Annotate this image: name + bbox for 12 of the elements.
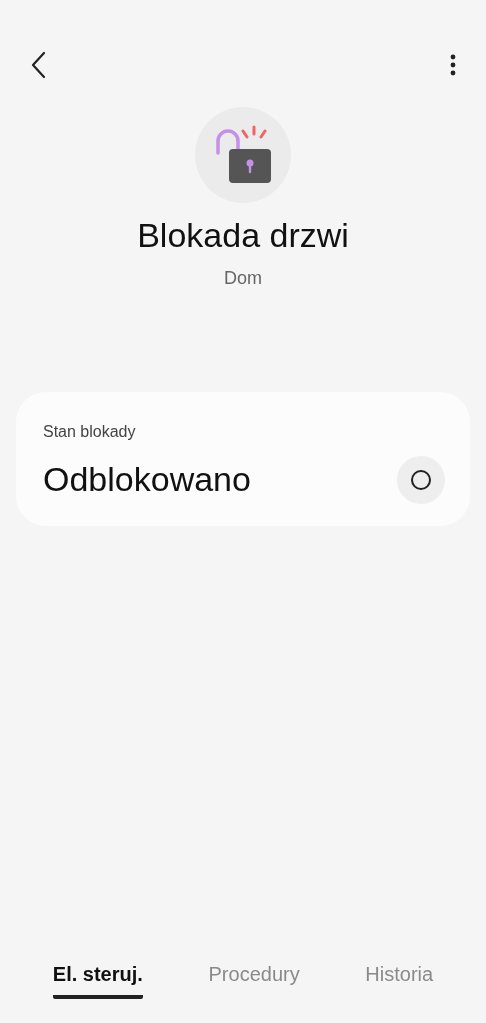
tab[interactable]: Historia <box>365 959 434 999</box>
lock-status-value: Odblokowano <box>43 459 251 500</box>
lock-toggle-button[interactable] <box>397 455 445 504</box>
device-title: Blokada drzwi <box>137 215 349 256</box>
back-icon[interactable] <box>30 51 46 79</box>
circle-icon <box>410 468 432 491</box>
tab[interactable]: El. steruj. <box>52 959 143 999</box>
open-padlock-icon <box>213 125 273 185</box>
more-options-icon[interactable] <box>450 54 456 76</box>
device-location: Dom <box>224 267 262 290</box>
tab[interactable]: Procedury <box>208 959 300 999</box>
card-label: Stan blokady <box>43 422 137 442</box>
